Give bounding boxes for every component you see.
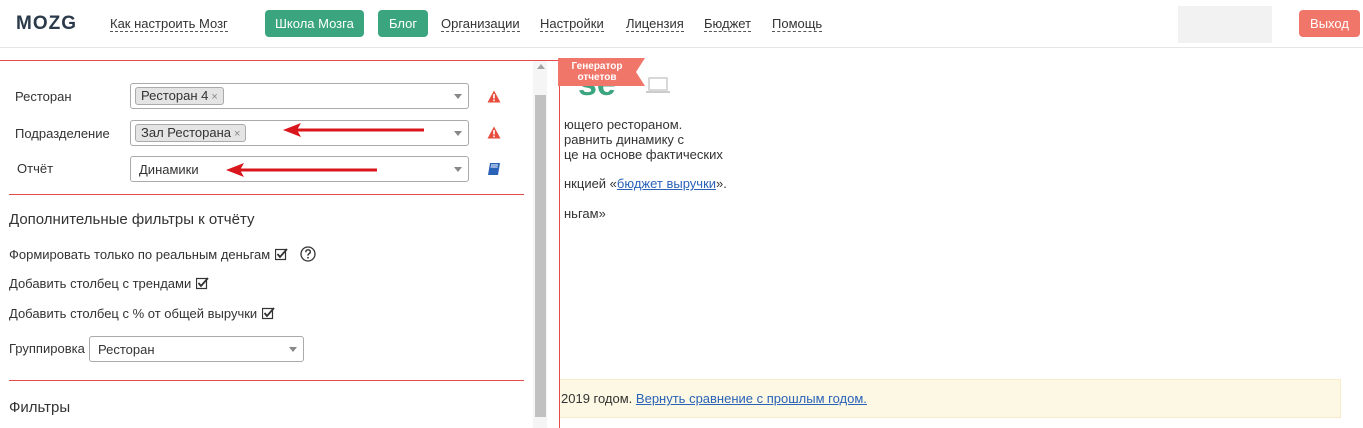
nav-link-how-to-setup[interactable]: Как настроить Мозг [110, 16, 228, 32]
restaurant-select[interactable]: Ресторан 4 × [130, 83, 469, 109]
real-money-option[interactable]: Формировать только по реальным деньгам [9, 246, 316, 262]
real-money-checkbox[interactable] [275, 247, 288, 261]
extra-filters-title: Дополнительные фильтры к отчёту [9, 211, 255, 228]
nav-link-license[interactable]: Лицензия [626, 16, 684, 32]
comparison-notice: 2019 годом. Вернуть сравнение с прошлым … [556, 379, 1341, 418]
budget-revenue-link[interactable]: бюджет выручки [617, 176, 716, 191]
ribbon-line1: Генератор [571, 61, 623, 72]
grouping-select-value: Ресторан [98, 342, 155, 357]
section-divider [9, 194, 524, 195]
warning-icon [487, 90, 501, 103]
chevron-down-icon[interactable] [289, 347, 297, 352]
school-button[interactable]: Школа Мозга [265, 10, 364, 37]
blog-button[interactable]: Блог [378, 10, 429, 37]
nav-link-organizations[interactable]: Организации [441, 16, 520, 32]
report-settings-panel [0, 60, 560, 428]
help-icon[interactable] [300, 246, 316, 262]
warning-icon [487, 126, 501, 139]
division-label: Подразделение [15, 126, 110, 141]
grouping-label: Группировка [9, 341, 85, 356]
ribbon-line2: отчетов [577, 72, 617, 83]
background-text-line2: равнить динамику с [564, 132, 685, 147]
report-label: Отчёт [17, 161, 54, 176]
division-tag-label: Зал Ресторана [141, 125, 232, 140]
division-tag-remove-icon[interactable]: × [234, 128, 240, 140]
scroll-up-arrow-icon[interactable] [537, 64, 545, 69]
percent-label: Добавить столбец с % от общей выручки [9, 306, 258, 321]
chevron-down-icon[interactable] [454, 94, 462, 99]
scrollbar-thumb[interactable] [535, 95, 546, 417]
report-generator-ribbon: Генератор отчетов [558, 58, 645, 86]
background-text-line4-prefix: нкцией « [564, 176, 617, 191]
laptop-icon [646, 77, 670, 93]
trends-option[interactable]: Добавить столбец с трендами [9, 276, 209, 291]
background-text-line3: це на основе фактических [564, 147, 723, 162]
trends-label: Добавить столбец с трендами [9, 276, 192, 291]
nav-link-budget[interactable]: Бюджет [704, 16, 752, 32]
trends-checkbox[interactable] [196, 277, 209, 290]
exit-button[interactable]: Выход [1299, 10, 1360, 37]
book-icon[interactable] [487, 162, 501, 176]
chevron-down-icon[interactable] [454, 131, 462, 136]
background-text-line5: ньгам» [564, 206, 606, 221]
grouping-select[interactable]: Ресторан [89, 336, 304, 362]
revert-comparison-link[interactable]: Вернуть сравнение с прошлым годом. [636, 391, 867, 406]
section-divider [9, 380, 524, 381]
restaurant-label: Ресторан [15, 89, 72, 104]
nav-link-help[interactable]: Помощь [772, 16, 823, 32]
restaurant-tag-label: Ресторан 4 [141, 88, 209, 103]
notice-text: 2019 годом. [561, 391, 636, 406]
user-avatar-area[interactable] [1178, 6, 1272, 43]
annotation-arrow-report [226, 163, 377, 177]
logo-text: MOZG [16, 13, 77, 34]
division-tag: Зал Ресторана × [135, 124, 247, 142]
percent-option[interactable]: Добавить столбец с % от общей выручки [9, 306, 275, 321]
background-text-line4: нкцией «бюджет выручки». [564, 176, 727, 191]
chevron-down-icon[interactable] [454, 167, 462, 172]
report-select-value: Динамики [139, 162, 199, 177]
logo[interactable]: MOZG [16, 12, 77, 36]
background-text-line1: ющего рестораном. [564, 117, 683, 132]
restaurant-tag-remove-icon[interactable]: × [211, 91, 217, 103]
nav-link-settings[interactable]: Настройки [540, 16, 604, 32]
top-navbar: MOZG Как настроить Мозг Школа Мозга Блог… [0, 0, 1363, 48]
annotation-arrow-division [283, 123, 424, 137]
real-money-label: Формировать только по реальным деньгам [9, 246, 271, 262]
restaurant-tag: Ресторан 4 × [135, 87, 224, 105]
percent-checkbox[interactable] [262, 307, 275, 320]
background-text-line4-suffix: ». [716, 176, 727, 191]
filters-title: Фильтры [9, 399, 71, 416]
